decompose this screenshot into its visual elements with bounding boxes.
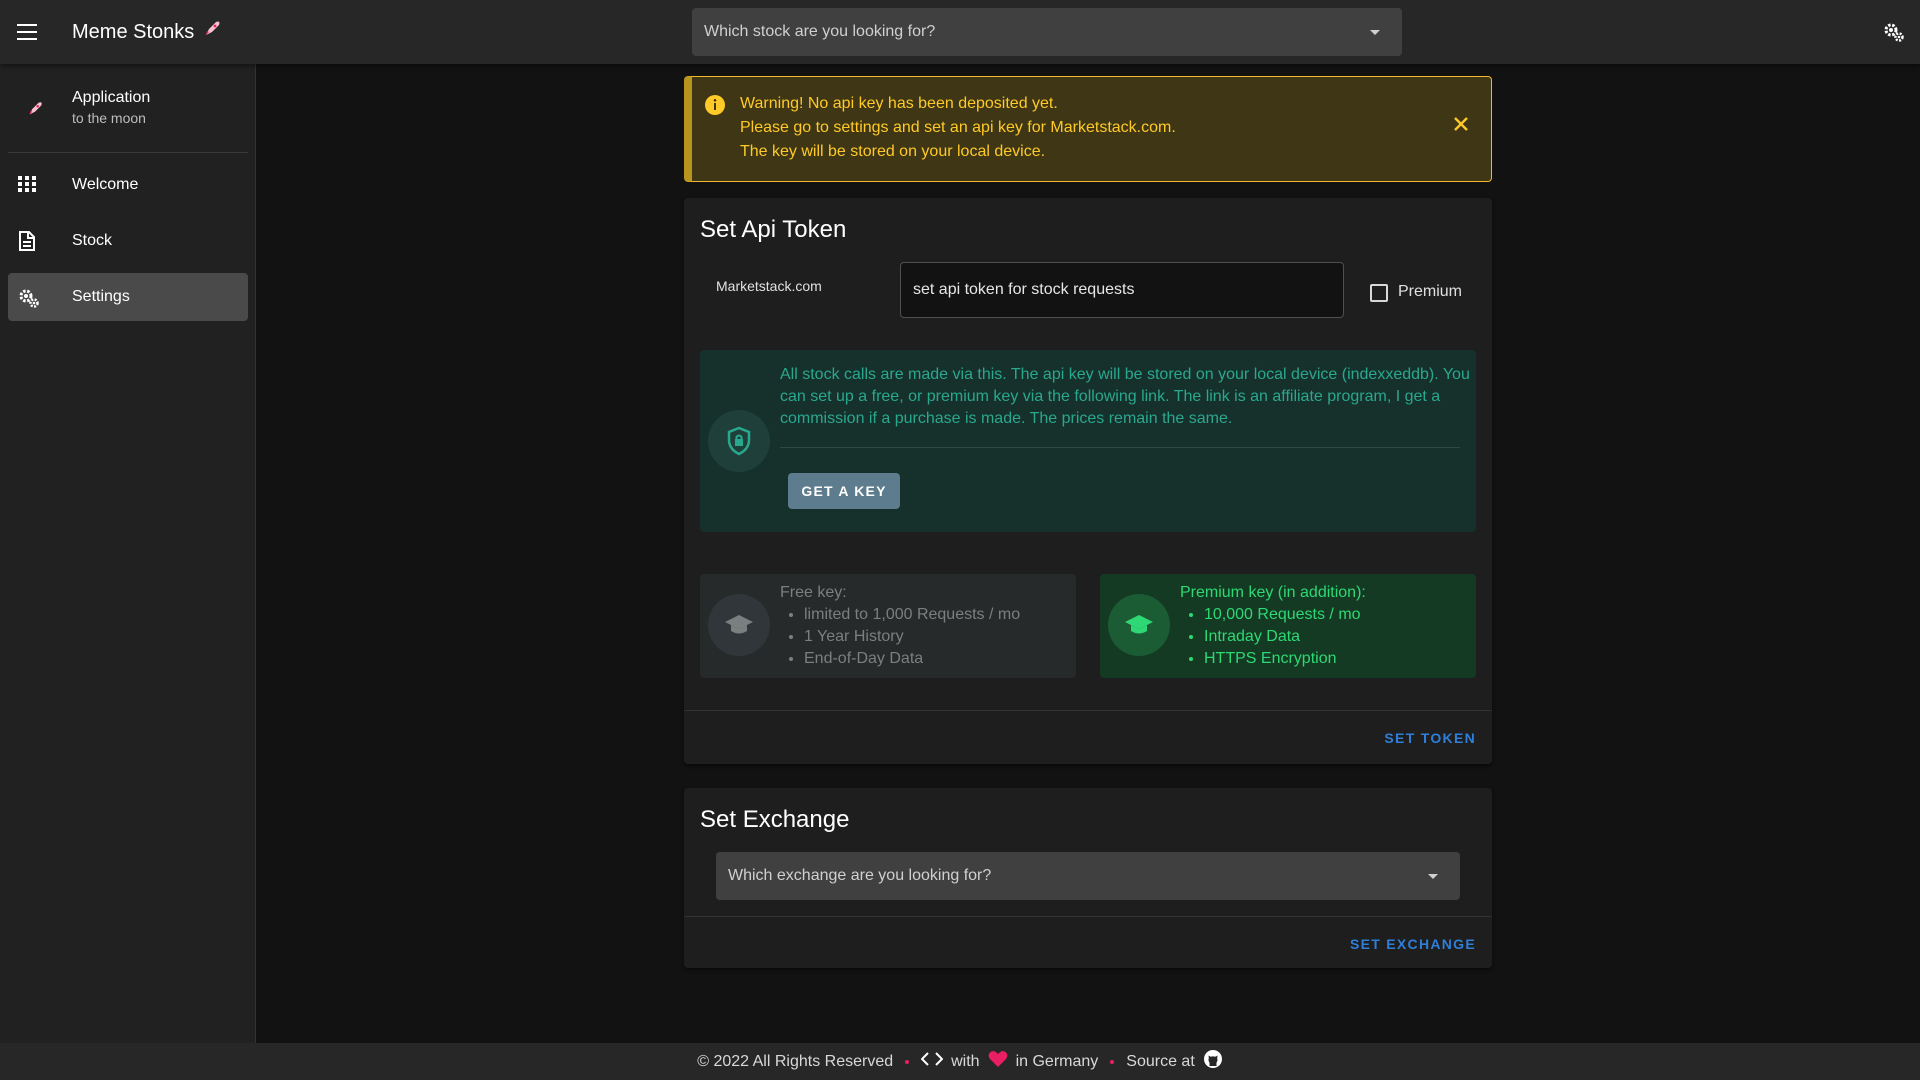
close-icon[interactable] xyxy=(1453,116,1469,137)
set-token-button[interactable]: SET TOKEN xyxy=(1384,730,1476,746)
footer-made-with: with xyxy=(951,1052,980,1070)
warning-line: The key will be stored on your local dev… xyxy=(740,143,1046,160)
provider-label: Marketstack.com xyxy=(716,278,822,294)
app-title: Meme Stonks xyxy=(72,19,222,45)
footer: © 2022 All Rights Reserved with in Germa… xyxy=(0,1043,1920,1080)
list-item: 1 Year History xyxy=(804,626,1020,648)
exchange-select[interactable]: Which exchange are you looking for? xyxy=(716,852,1460,900)
sidebar-item-label: Stock xyxy=(72,232,113,249)
sidebar-item-label: Settings xyxy=(72,288,130,305)
menu-icon[interactable] xyxy=(10,14,46,50)
api-info-panel: All stock calls are made via this. The a… xyxy=(700,350,1476,532)
premium-checkbox-label: Premium xyxy=(1398,283,1463,300)
list-item: limited to 1,000 Requests / mo xyxy=(804,604,1020,626)
card-divider xyxy=(684,710,1492,711)
sidebar-item-settings[interactable]: Settings xyxy=(8,273,248,321)
warning-alert: Warning! No api key has been deposited y… xyxy=(684,76,1492,182)
footer-source-label: Source at xyxy=(1126,1052,1195,1070)
premium-key-title: Premium key (in addition): xyxy=(1180,584,1366,601)
exchange-card: Set Exchange Which exchange are you look… xyxy=(684,788,1492,968)
sidebar: Application to the moon Welcome Stock Se… xyxy=(0,64,256,1043)
sidebar-item-welcome[interactable]: Welcome xyxy=(8,161,248,209)
free-key-box: Free key: limited to 1,000 Requests / mo… xyxy=(700,574,1076,678)
warning-line: Please go to settings and set an api key… xyxy=(740,119,1176,136)
sidebar-header-subtitle: to the moon xyxy=(72,110,146,126)
graduation-cap-icon xyxy=(708,594,770,656)
apps-grid-icon xyxy=(18,175,38,195)
stock-search-placeholder: Which stock are you looking for? xyxy=(704,23,936,40)
footer-separator xyxy=(905,1059,910,1064)
exchange-select-placeholder: Which exchange are you looking for? xyxy=(728,867,992,884)
footer-separator xyxy=(1110,1059,1115,1064)
document-icon xyxy=(18,231,38,251)
footer-copyright: © 2022 All Rights Reserved xyxy=(697,1052,894,1070)
stock-search-select[interactable]: Which stock are you looking for? xyxy=(692,8,1402,56)
premium-key-features: 10,000 Requests / mo Intraday Data HTTPS… xyxy=(1204,604,1361,670)
api-token-card: Set Api Token Marketstack.com Premium Al… xyxy=(684,198,1492,764)
list-item: End-of-Day Data xyxy=(804,648,1020,670)
free-key-title: Free key: xyxy=(780,584,847,601)
gears-icon xyxy=(18,287,39,308)
code-icon xyxy=(920,1052,944,1071)
heart-icon xyxy=(988,1050,1008,1073)
set-exchange-button[interactable]: SET EXCHANGE xyxy=(1350,936,1476,952)
rocket-icon xyxy=(26,100,44,123)
github-icon[interactable] xyxy=(1203,1049,1223,1074)
sidebar-item-label: Welcome xyxy=(72,176,139,193)
graduation-cap-icon xyxy=(1108,594,1170,656)
app-title-text: Meme Stonks xyxy=(72,20,195,43)
api-token-card-title: Set Api Token xyxy=(700,216,847,243)
list-item: Intraday Data xyxy=(1204,626,1361,648)
card-divider xyxy=(684,916,1492,917)
app-bar: Meme Stonks Which stock are you looking … xyxy=(0,0,1920,64)
get-a-key-button[interactable]: GET A KEY xyxy=(788,473,900,509)
rocket-icon xyxy=(202,19,222,45)
list-item: HTTPS Encryption xyxy=(1204,648,1361,670)
footer-made-in: in Germany xyxy=(1015,1052,1099,1070)
gears-icon[interactable] xyxy=(1878,16,1910,48)
api-token-input[interactable] xyxy=(900,262,1344,318)
warning-line: Warning! No api key has been deposited y… xyxy=(740,95,1058,112)
sidebar-divider xyxy=(8,152,248,153)
sidebar-header[interactable]: Application to the moon xyxy=(0,64,256,152)
shield-lock-icon xyxy=(708,410,770,472)
warning-alert-text: Warning! No api key has been deposited y… xyxy=(740,92,1176,164)
sidebar-header-title: Application xyxy=(72,89,151,106)
chevron-down-icon xyxy=(1370,29,1380,35)
sidebar-item-stock[interactable]: Stock xyxy=(8,217,248,265)
info-divider xyxy=(780,447,1460,448)
premium-key-box: Premium key (in addition): 10,000 Reques… xyxy=(1100,574,1476,678)
info-icon xyxy=(704,94,726,121)
exchange-card-title: Set Exchange xyxy=(700,806,850,833)
chevron-down-icon xyxy=(1428,873,1438,879)
api-info-text: All stock calls are made via this. The a… xyxy=(780,366,1470,427)
list-item: 10,000 Requests / mo xyxy=(1204,604,1361,626)
premium-checkbox[interactable] xyxy=(1370,284,1388,302)
free-key-features: limited to 1,000 Requests / mo 1 Year Hi… xyxy=(804,604,1020,670)
